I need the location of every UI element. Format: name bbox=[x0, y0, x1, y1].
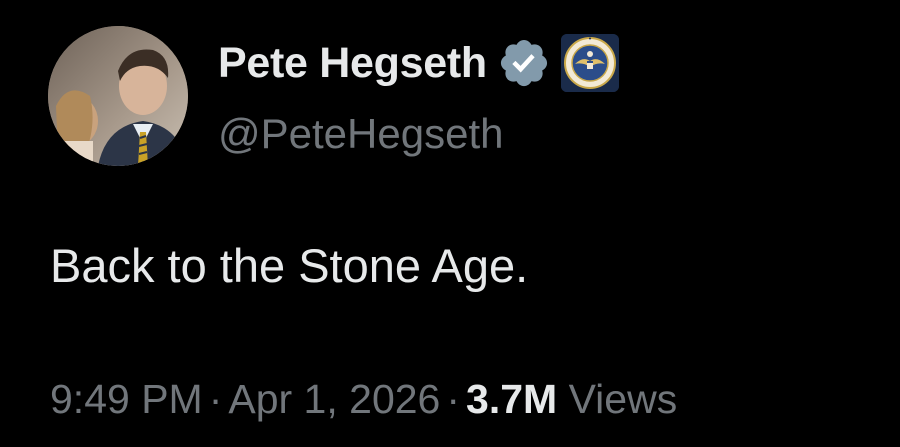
tweet-time[interactable]: 9:49 PM bbox=[50, 376, 203, 422]
meta-separator: · bbox=[208, 376, 223, 422]
department-of-defense-seal-icon[interactable] bbox=[560, 34, 619, 92]
verified-badge-icon[interactable] bbox=[497, 36, 551, 90]
tweet-meta: 9:49 PM · Apr 1, 2026 · 3.7M Views bbox=[50, 372, 677, 426]
views-count[interactable]: 3.7M bbox=[466, 376, 557, 422]
tweet-card[interactable]: Pete Hegseth @PeteHegseth Back to the St… bbox=[0, 0, 900, 447]
avatar[interactable] bbox=[48, 26, 188, 166]
display-name[interactable]: Pete Hegseth bbox=[218, 36, 487, 90]
author-name-row: Pete Hegseth bbox=[218, 34, 619, 92]
meta-separator: · bbox=[446, 376, 461, 422]
tweet-text: Back to the Stone Age. bbox=[50, 239, 529, 292]
tweet-date[interactable]: Apr 1, 2026 bbox=[228, 376, 440, 422]
author-handle[interactable]: @PeteHegseth bbox=[218, 108, 503, 160]
views-label[interactable]: Views bbox=[569, 376, 678, 422]
avatar-photo bbox=[48, 26, 188, 166]
